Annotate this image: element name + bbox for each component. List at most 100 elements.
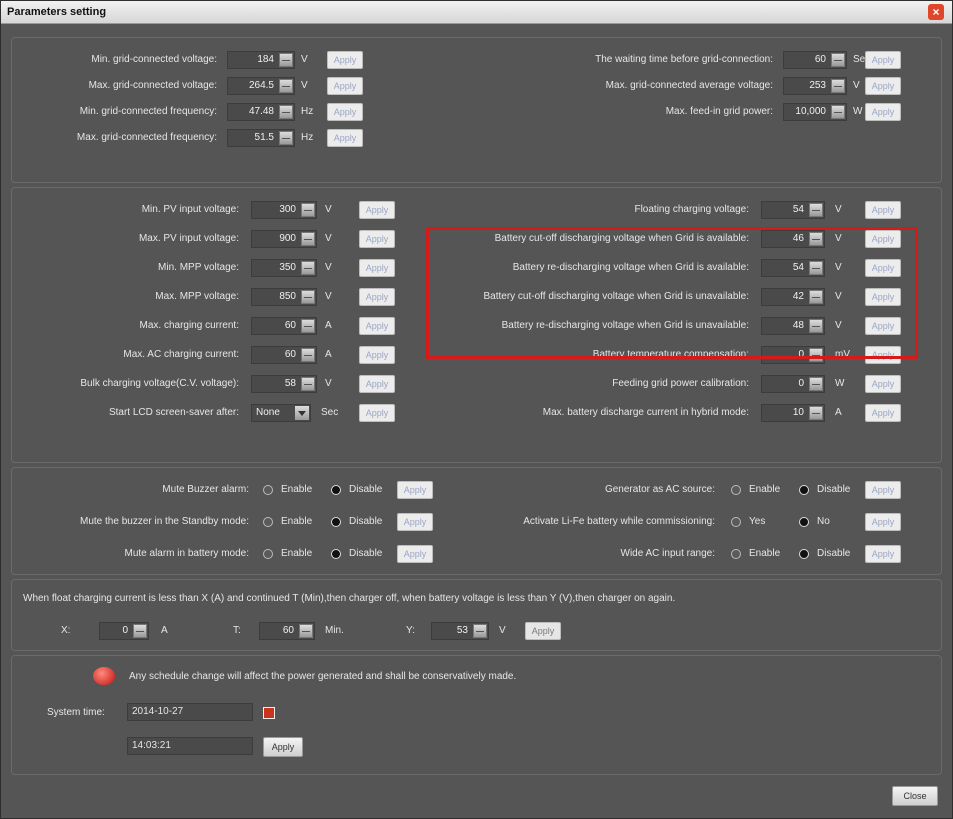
pv-right-apply-button-0[interactable]: Apply: [865, 201, 901, 219]
toggle-right-label-2: Wide AC input range:: [620, 548, 716, 559]
spinner-icon[interactable]: [301, 290, 315, 304]
spinner-icon[interactable]: [301, 319, 315, 333]
toggle-right-radio2-1[interactable]: [799, 517, 809, 527]
schedule-note: Any schedule change will affect the powe…: [129, 671, 517, 682]
spinner-icon[interactable]: [279, 105, 293, 119]
grid-right-input-1[interactable]: 253: [783, 77, 847, 95]
toggle-right-opt1-2: Enable: [749, 548, 781, 559]
spinner-icon[interactable]: [301, 232, 315, 246]
toggle-left-radio1-1[interactable]: [263, 517, 273, 527]
toggle-left-opt2-1: Disable: [349, 516, 383, 527]
pv-right-input-6[interactable]: 0: [761, 375, 825, 393]
pv-left-unit-5: A: [325, 349, 332, 360]
toggle-right-radio1-1[interactable]: [731, 517, 741, 527]
toggle-left-radio2-2[interactable]: [331, 549, 341, 559]
toggle-left-radio1-0[interactable]: [263, 485, 273, 495]
pv-left-input-2[interactable]: 350: [251, 259, 317, 277]
pv-right-input-7[interactable]: 10: [761, 404, 825, 422]
toggle-right-radio1-0[interactable]: [731, 485, 741, 495]
chevron-down-icon[interactable]: [295, 406, 309, 420]
grid-right-apply-button-2[interactable]: Apply: [865, 103, 901, 121]
float-y-unit: V: [499, 625, 506, 636]
pv-left-input-3[interactable]: 850: [251, 288, 317, 306]
toggle-right-opt2-2: Disable: [817, 548, 851, 559]
close-button[interactable]: Close: [892, 786, 938, 806]
grid-right-input-0[interactable]: 60: [783, 51, 847, 69]
toggle-left-apply-button-1[interactable]: Apply: [397, 513, 433, 531]
pv-left-label-3: Max. MPP voltage:: [155, 291, 239, 302]
toggle-right-apply-button-1[interactable]: Apply: [865, 513, 901, 531]
spinner-icon[interactable]: [301, 348, 315, 362]
float-section: [11, 579, 942, 651]
screensaver-select[interactable]: None: [251, 404, 311, 422]
pv-left-apply-button-0[interactable]: Apply: [359, 201, 395, 219]
pv-left-apply-button-2[interactable]: Apply: [359, 259, 395, 277]
grid-left-unit-3: Hz: [301, 132, 314, 143]
spinner-icon[interactable]: [279, 131, 293, 145]
pv-right-input-0[interactable]: 54: [761, 201, 825, 219]
toggle-left-label-2: Mute alarm in battery mode:: [124, 548, 250, 559]
grid-right-apply-button-0[interactable]: Apply: [865, 51, 901, 69]
grid-left-input-0[interactable]: 184: [227, 51, 295, 69]
toggle-left-radio2-1[interactable]: [331, 517, 341, 527]
toggle-right-radio2-2[interactable]: [799, 549, 809, 559]
float-apply-button[interactable]: Apply: [525, 622, 561, 640]
spinner-icon[interactable]: [809, 406, 823, 420]
grid-left-input-1[interactable]: 264.5: [227, 77, 295, 95]
pv-right-apply-button-7[interactable]: Apply: [865, 404, 901, 422]
screensaver-unit: Sec: [321, 407, 339, 418]
grid-left-input-3[interactable]: 51.5: [227, 129, 295, 147]
spinner-icon[interactable]: [809, 203, 823, 217]
spinner-icon[interactable]: [831, 53, 845, 67]
grid-left-apply-button-2[interactable]: Apply: [327, 103, 363, 121]
spinner-icon[interactable]: [301, 203, 315, 217]
toggle-right-opt2-0: Disable: [817, 484, 851, 495]
spinner-icon[interactable]: [279, 79, 293, 93]
grid-left-apply-button-1[interactable]: Apply: [327, 77, 363, 95]
calendar-icon[interactable]: [263, 707, 275, 719]
grid-left-apply-button-0[interactable]: Apply: [327, 51, 363, 69]
grid-right-unit-1: V: [853, 80, 860, 91]
pv-left-input-1[interactable]: 900: [251, 230, 317, 248]
float-y-input[interactable]: 53: [431, 622, 489, 640]
grid-right-input-2[interactable]: 10,000: [783, 103, 847, 121]
pv-left-apply-button-1[interactable]: Apply: [359, 230, 395, 248]
toggle-left-apply-button-0[interactable]: Apply: [397, 481, 433, 499]
toggle-left-apply-button-2[interactable]: Apply: [397, 545, 433, 563]
toggle-left-radio1-2[interactable]: [263, 549, 273, 559]
pv-left-apply-button-5[interactable]: Apply: [359, 346, 395, 364]
spinner-icon[interactable]: [831, 79, 845, 93]
spinner-icon[interactable]: [301, 377, 315, 391]
grid-left-label-0: Min. grid-connected voltage:: [91, 54, 217, 65]
toggle-left-radio2-0[interactable]: [331, 485, 341, 495]
pv-right-apply-button-6[interactable]: Apply: [865, 375, 901, 393]
toggle-right-radio2-0[interactable]: [799, 485, 809, 495]
time-apply-button[interactable]: Apply: [263, 737, 303, 757]
toggle-right-radio1-2[interactable]: [731, 549, 741, 559]
pv-left-apply-button-3[interactable]: Apply: [359, 288, 395, 306]
pv-left-label-1: Max. PV input voltage:: [138, 233, 239, 244]
grid-left-label-2: Min. grid-connected frequency:: [79, 106, 217, 117]
screensaver-apply-button[interactable]: Apply: [359, 404, 395, 422]
close-icon[interactable]: ×: [928, 4, 944, 20]
toggle-right-apply-button-0[interactable]: Apply: [865, 481, 901, 499]
grid-left-apply-button-3[interactable]: Apply: [327, 129, 363, 147]
spinner-icon[interactable]: [831, 105, 845, 119]
pv-left-apply-button-4[interactable]: Apply: [359, 317, 395, 335]
float-x-input[interactable]: 0: [99, 622, 149, 640]
pv-left-input-5[interactable]: 60: [251, 346, 317, 364]
pv-left-input-6[interactable]: 58: [251, 375, 317, 393]
date-input[interactable]: 2014-10-27: [127, 703, 253, 721]
toggle-right-apply-button-2[interactable]: Apply: [865, 545, 901, 563]
pv-left-input-0[interactable]: 300: [251, 201, 317, 219]
grid-left-input-2[interactable]: 47.48: [227, 103, 295, 121]
pv-left-input-4[interactable]: 60: [251, 317, 317, 335]
spinner-icon[interactable]: [301, 261, 315, 275]
spinner-icon[interactable]: [279, 53, 293, 67]
float-t-input[interactable]: 60: [259, 622, 315, 640]
pv-left-apply-button-6[interactable]: Apply: [359, 375, 395, 393]
grid-right-label-1: Max. grid-connected average voltage:: [605, 80, 773, 91]
grid-right-apply-button-1[interactable]: Apply: [865, 77, 901, 95]
time-input[interactable]: 14:03:21: [127, 737, 253, 755]
spinner-icon[interactable]: [809, 377, 823, 391]
